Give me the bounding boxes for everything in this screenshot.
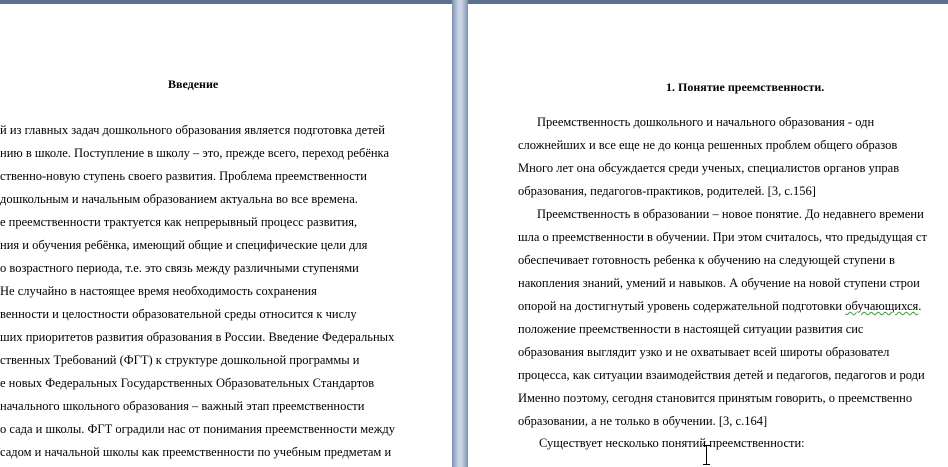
page-heading-intro: Введение: [168, 77, 219, 91]
spellcheck-marked-word: обучающихся: [845, 299, 919, 313]
text-line: образовании, а не только в обучении. [3,…: [518, 414, 768, 428]
text-line: ственных Требований (ФГТ) к структуре до…: [0, 353, 360, 367]
page-divider: [452, 0, 468, 467]
text-line: начального школьного образования – важны…: [0, 399, 365, 413]
page-top-edge-left: [0, 0, 452, 4]
text-line: Существует несколько понятий преемственн…: [539, 436, 805, 450]
text-line: е новых Федеральных Государственных Обра…: [0, 376, 375, 390]
text-line: Именно поэтому, сегодня становится приня…: [518, 391, 913, 405]
text-line: образования выглядит узко и не охватывае…: [518, 345, 890, 359]
document-page-left: [0, 0, 452, 467]
text-line: Преемственность дошкольного и начального…: [537, 115, 875, 129]
text-line: венности и целостности образовательной с…: [0, 307, 357, 321]
text-line: Преемственность в образовании – новое по…: [537, 207, 924, 221]
text-line: дошкольным и начальным образованием акту…: [0, 192, 358, 206]
text-line: е преемственности трактуется как непреры…: [0, 215, 358, 229]
text-line: садом и начальной школы как преемственно…: [0, 445, 392, 459]
page-top-edge-right: [468, 0, 948, 4]
text-line: сложнейших и все еще не до конца решенны…: [518, 138, 898, 152]
text-line: о возрастного периода, т.е. это связь ме…: [0, 261, 359, 275]
text-line: Не случайно в настоящее время необходимо…: [0, 284, 317, 298]
text-line: ших приоритетов развития образования в Р…: [0, 330, 395, 344]
ibeam-cursor-icon: [703, 445, 710, 465]
text-line: накопления знаний, умений и навыков. А о…: [518, 276, 920, 290]
text-line: процесса, как ситуации взаимодействия де…: [518, 368, 925, 382]
text-line: обеспечивает готовность ребенка к обучен…: [518, 253, 895, 267]
page-heading-section-1: 1. Понятие преемственности.: [666, 80, 825, 94]
text-line: нию в школе. Поступление в школу – это, …: [0, 146, 389, 160]
text-line: ственно-новую ступень своего развития. П…: [0, 169, 367, 183]
text-line: положение преемственности в настоящей си…: [518, 322, 864, 336]
text-line: й из главных задач дошкольного образован…: [0, 123, 385, 137]
text-line: Много лет она обсуждается среди ученых, …: [518, 161, 900, 175]
text-line: опорой на достигнутый уровень содержател…: [518, 299, 922, 313]
text-line: образования, педагогов-практиков, родите…: [518, 184, 816, 198]
text-line: шла о преемственности в обучении. При эт…: [518, 230, 927, 244]
text-line: о сада и школы. ФГТ оградили нас от пони…: [0, 422, 395, 436]
text-line: ния и обучения ребёнка, имеющий общие и …: [0, 238, 368, 252]
